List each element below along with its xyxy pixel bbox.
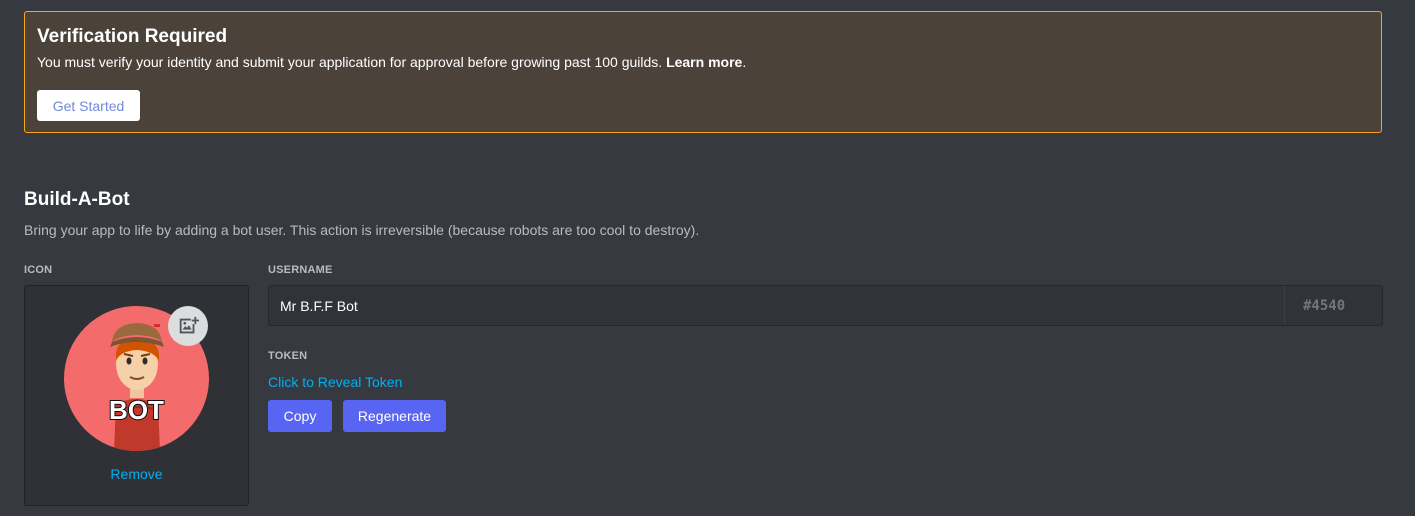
verification-message: You must verify your identity and submit… (37, 54, 663, 70)
get-started-button[interactable]: Get Started (37, 90, 140, 121)
verification-message-line: You must verify your identity and submit… (37, 54, 1369, 70)
username-label: USERNAME (268, 264, 333, 276)
icon-label: ICON (24, 264, 53, 276)
regenerate-token-button[interactable]: Regenerate (343, 400, 446, 432)
icon-upload-box: BOT Remove (24, 285, 249, 506)
copy-token-button[interactable]: Copy (268, 400, 332, 432)
learn-more-link[interactable]: Learn more (666, 54, 742, 70)
bot-avatar-text: BOT (108, 394, 165, 426)
reveal-token-link[interactable]: Click to Reveal Token (268, 374, 402, 390)
image-add-icon (179, 316, 199, 334)
section-title: Build-A-Bot (24, 189, 130, 210)
verification-period: . (742, 54, 747, 70)
upload-image-button[interactable] (168, 306, 208, 346)
username-input[interactable] (269, 286, 1284, 325)
username-field: #4540 (268, 285, 1383, 326)
remove-avatar-link[interactable]: Remove (25, 466, 248, 482)
verification-notice: Verification Required You must verify yo… (24, 11, 1382, 133)
discriminator: #4540 (1284, 286, 1382, 325)
section-description: Bring your app to life by adding a bot u… (24, 222, 700, 238)
verification-title: Verification Required (37, 26, 228, 47)
token-label: TOKEN (268, 350, 308, 362)
